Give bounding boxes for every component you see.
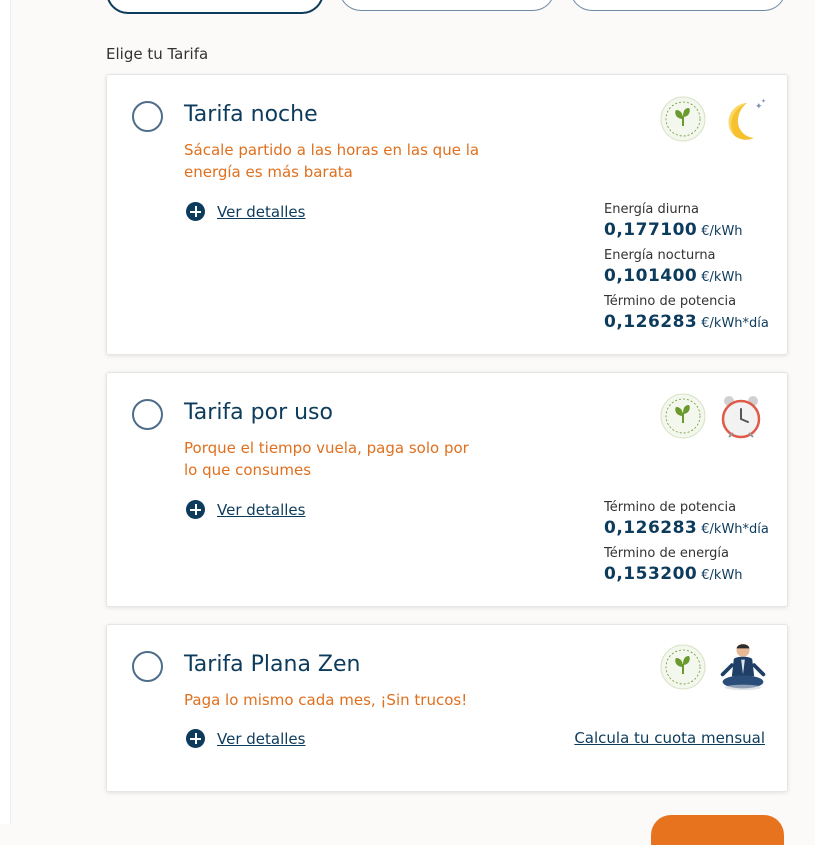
- tariff-subtitle: Porque el tiempo vuela, paga solo por lo…: [184, 439, 469, 479]
- tariff-card-por-uso[interactable]: Tarifa por uso Porque el tiempo vuela, p…: [106, 372, 788, 607]
- tariff-title: Tarifa por uso: [184, 400, 333, 425]
- planet-commitment-badge-icon: [660, 96, 706, 142]
- tariff-radio-noche[interactable]: [132, 101, 163, 132]
- top-tab-selected[interactable]: [106, 0, 324, 14]
- price-label: Término de potencia: [604, 294, 737, 309]
- price-row: Energía diurna 0,177100 €/kWh: [604, 201, 769, 247]
- top-tab-2[interactable]: [339, 0, 555, 11]
- price-value: 0,177100 €/kWh: [604, 220, 743, 240]
- details-link[interactable]: Ver detalles: [217, 501, 305, 519]
- price-list: Término de potencia 0,126283 €/kWh*día Té…: [604, 499, 769, 591]
- section-label: Elige tu Tarifa: [106, 45, 209, 63]
- price-value: 0,153200 €/kWh: [604, 564, 743, 584]
- tariff-subtitle: Sácale partido a las horas en las que la…: [184, 141, 480, 181]
- details-link[interactable]: Ver detalles: [217, 203, 305, 221]
- top-tab-3[interactable]: [570, 0, 786, 11]
- price-value: 0,126283 €/kWh*día: [604, 518, 769, 538]
- price-row: Término de energía 0,153200 €/kWh: [604, 545, 769, 591]
- price-list: Energía diurna 0,177100 €/kWh Energía noc…: [604, 201, 769, 339]
- tariff-title: Tarifa Plana Zen: [184, 652, 361, 677]
- price-unit: €/kWh*día: [701, 522, 769, 537]
- moon-icon: ✦ ✦: [728, 98, 766, 140]
- price-unit: €/kWh: [701, 270, 743, 285]
- left-panel-edge: [0, 0, 11, 824]
- meditating-person-icon: [720, 643, 766, 691]
- tariff-card-noche[interactable]: Tarifa noche Sácale partido a las horas …: [106, 74, 788, 355]
- svg-text:✦: ✦: [761, 98, 766, 105]
- price-row: Término de potencia 0,126283 €/kWh*día: [604, 293, 769, 339]
- calculate-monthly-fee-link[interactable]: Calcula tu cuota mensual: [574, 729, 765, 747]
- price-label: Término de energía: [604, 546, 730, 561]
- price-value: 0,101400 €/kWh: [604, 266, 743, 286]
- tariff-subtitle: Paga lo mismo cada mes, ¡Sin trucos!: [184, 691, 468, 709]
- price-label: Energía diurna: [604, 202, 699, 217]
- plus-circle-icon[interactable]: [186, 202, 205, 221]
- continue-button[interactable]: [651, 815, 784, 845]
- tariff-radio-plana-zen[interactable]: [132, 651, 163, 682]
- tariff-card-plana-zen[interactable]: Tarifa Plana Zen Paga lo mismo cada mes,…: [106, 624, 788, 792]
- details-toggle[interactable]: Ver detalles: [186, 729, 305, 748]
- tariff-radio-por-uso[interactable]: [132, 399, 163, 430]
- price-unit: €/kWh: [701, 224, 743, 239]
- plus-circle-icon[interactable]: [186, 500, 205, 519]
- price-row: Energía nocturna 0,101400 €/kWh: [604, 247, 769, 293]
- planet-commitment-badge-icon: [660, 393, 706, 439]
- planet-commitment-badge-icon: [660, 644, 706, 690]
- alarm-clock-icon: [721, 396, 761, 439]
- details-toggle[interactable]: Ver detalles: [186, 500, 305, 519]
- price-label: Energía nocturna: [604, 248, 716, 263]
- details-link[interactable]: Ver detalles: [217, 730, 305, 748]
- price-unit: €/kWh: [701, 568, 743, 583]
- plus-circle-icon[interactable]: [186, 729, 205, 748]
- price-unit: €/kWh*día: [701, 316, 769, 331]
- price-value: 0,126283 €/kWh*día: [604, 312, 769, 332]
- price-row: Término de potencia 0,126283 €/kWh*día: [604, 499, 769, 545]
- tariff-title: Tarifa noche: [184, 102, 318, 127]
- price-label: Término de potencia: [604, 500, 737, 515]
- details-toggle[interactable]: Ver detalles: [186, 202, 305, 221]
